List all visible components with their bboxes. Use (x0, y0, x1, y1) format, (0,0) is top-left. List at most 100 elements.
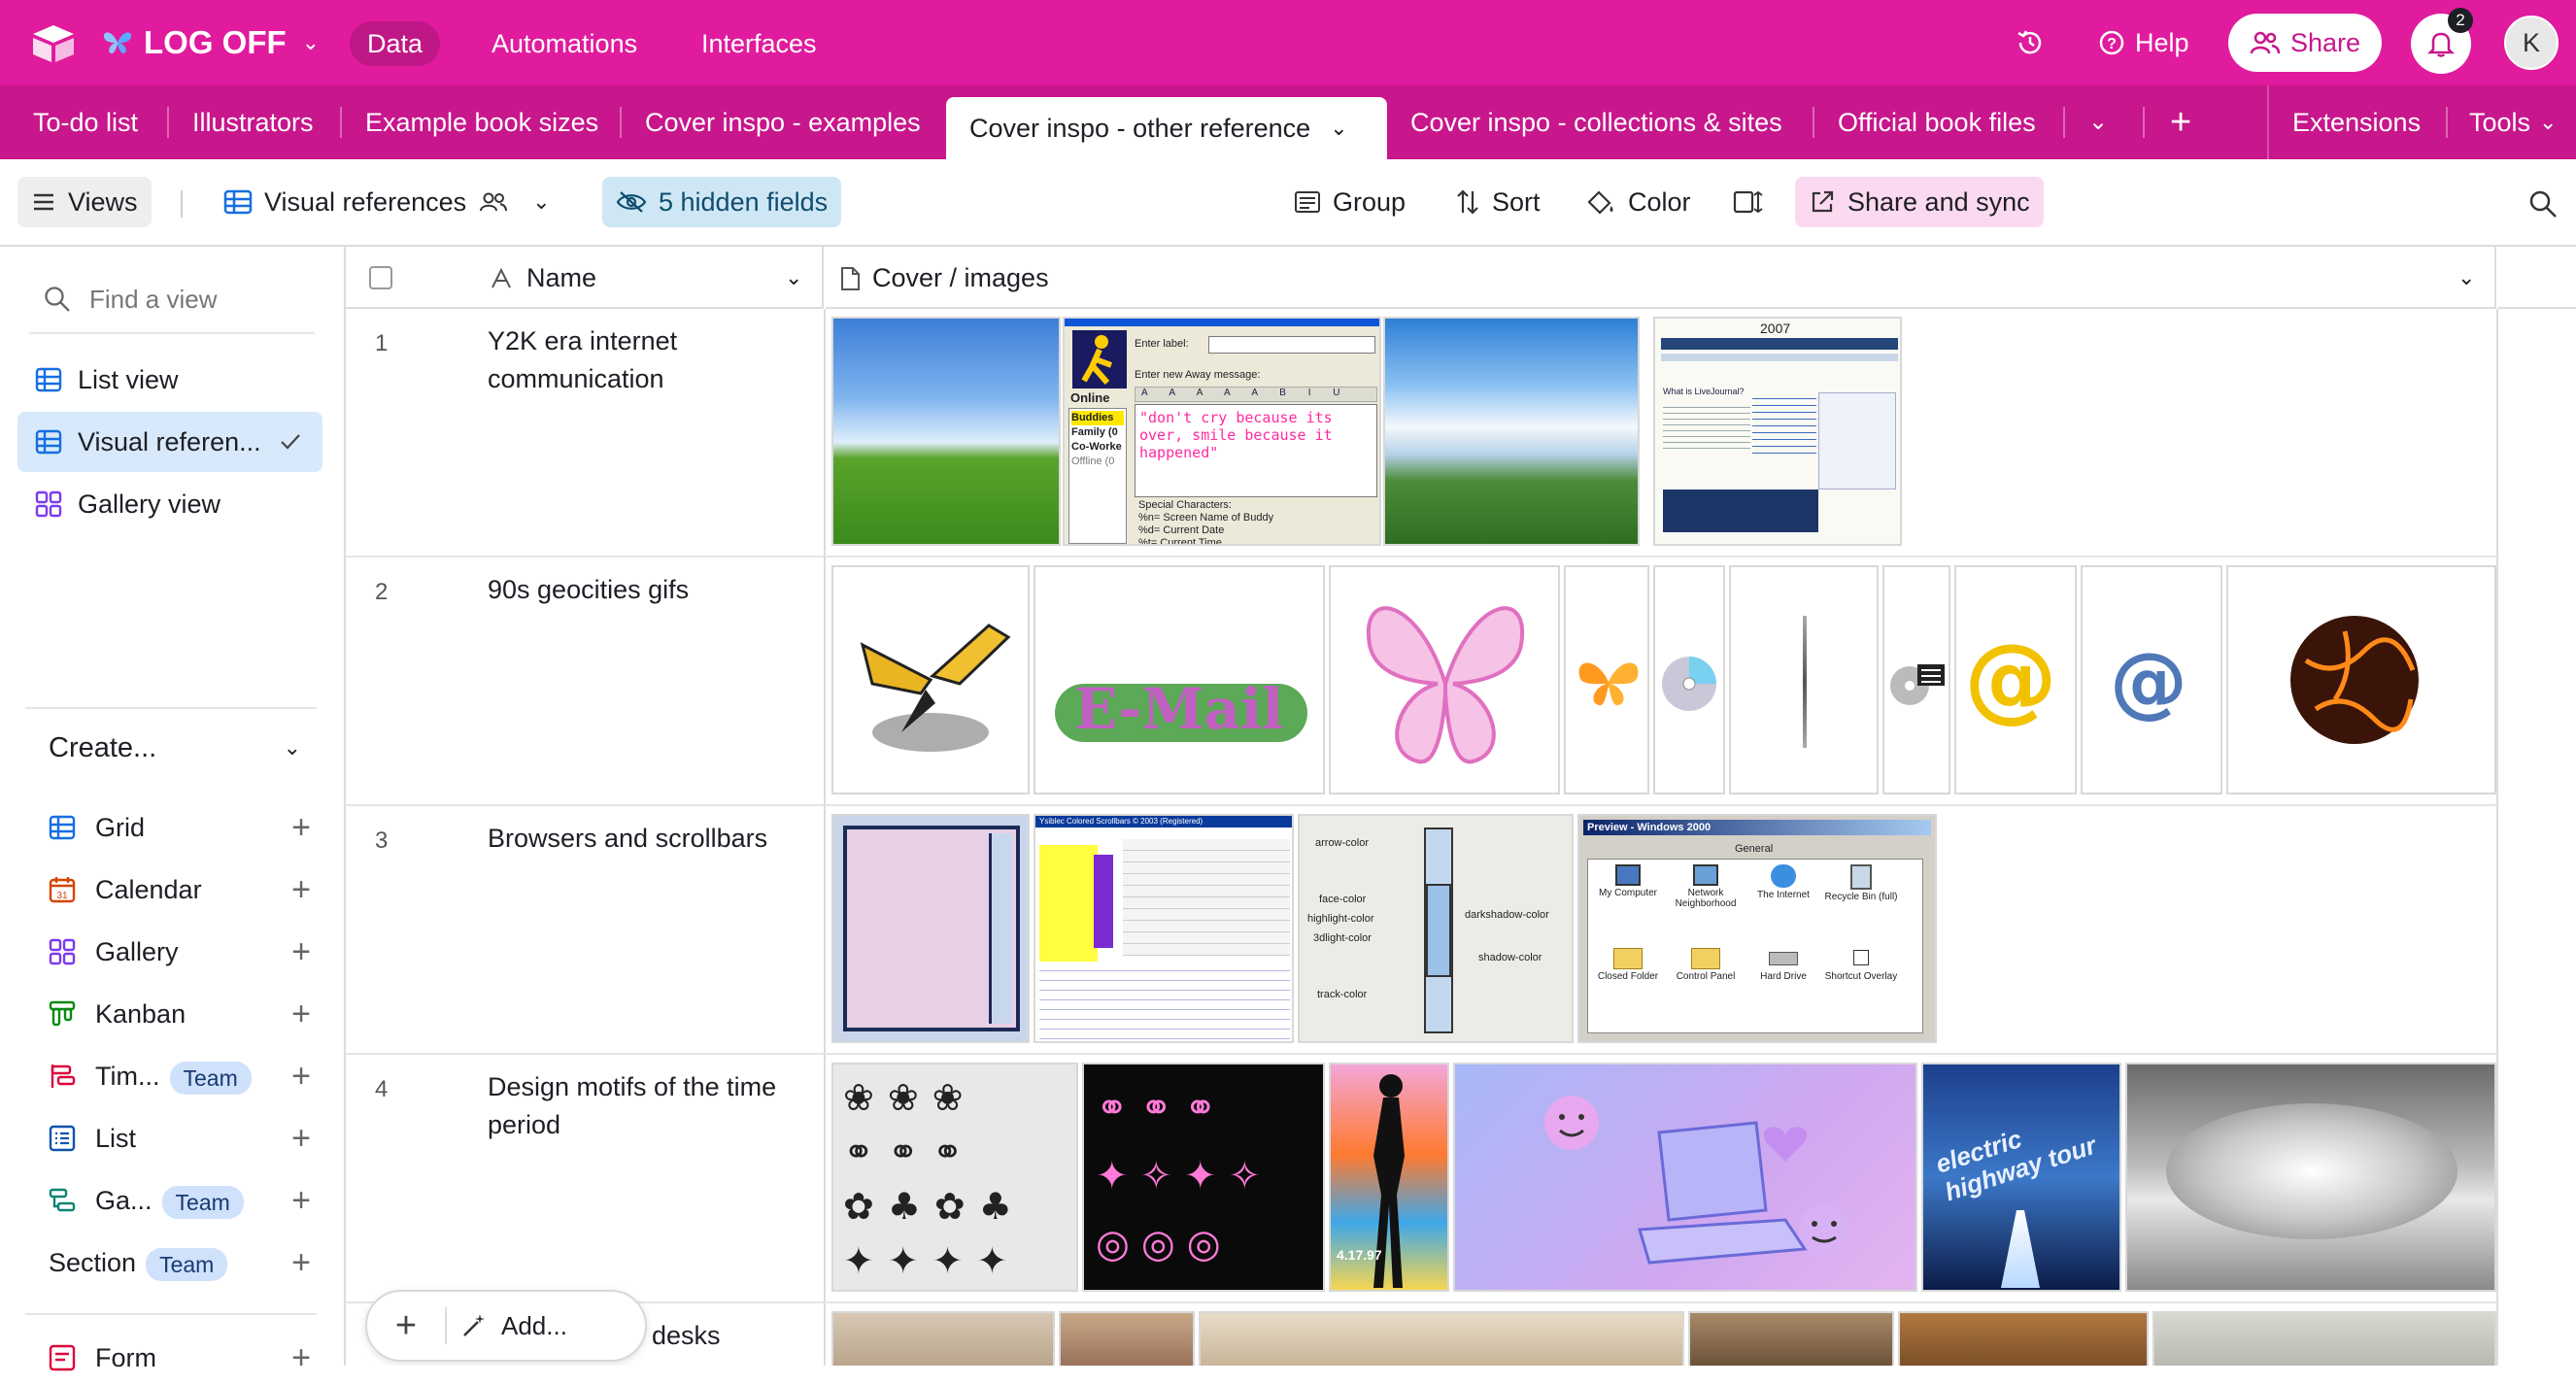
base-logo-icon[interactable] (31, 23, 76, 64)
name-column-header[interactable]: Name ⌄ (346, 247, 824, 309)
tab-official-book-files[interactable]: Official book files (1838, 85, 2036, 159)
notifications-button[interactable]: 2 (2411, 8, 2473, 74)
create-section[interactable]: Section Team + (29, 1235, 311, 1290)
image-thumbnail-futuristic-interior[interactable] (2125, 1063, 2496, 1292)
search-icon[interactable] (2527, 188, 2559, 220)
image-thumbnail-desk-6[interactable] (2152, 1311, 2496, 1366)
create-form-view[interactable]: Form + (29, 1331, 311, 1385)
image-thumbnail-scrollbar-generator[interactable]: Ysiblec Colored Scrollbars © 2003 (Regis… (1034, 814, 1294, 1043)
plus-icon[interactable]: + (291, 925, 311, 979)
plus-icon[interactable]: + (291, 1331, 311, 1385)
image-thumbnail-electric-highway[interactable]: electric highway tour (1921, 1063, 2121, 1292)
image-thumbnail-lava-sphere[interactable] (2226, 565, 2496, 794)
nav-interfaces[interactable]: Interfaces (684, 21, 834, 66)
chevron-down-icon[interactable]: ⌄ (2457, 247, 2475, 309)
image-thumbnail-scrollbar-diagram[interactable]: arrow-color face-color highlight-color 3… (1298, 814, 1574, 1043)
group-button[interactable]: Group (1280, 177, 1419, 227)
share-button[interactable]: Share (2228, 14, 2382, 72)
image-thumbnail-y2k-computer[interactable] (1453, 1063, 1917, 1292)
image-thumbnail-desk-2[interactable] (1059, 1311, 1195, 1366)
plus-icon[interactable]: + (291, 1049, 311, 1103)
plus-icon[interactable]: + (291, 987, 311, 1041)
views-button[interactable]: Views (17, 177, 152, 227)
images-column-header[interactable]: Cover / images ⌄ (826, 247, 2496, 309)
more-tables-chevron-icon[interactable]: ⌄ (2088, 85, 2108, 159)
tab-cover-inspo-other-reference[interactable]: Cover inspo - other reference ⌄ (946, 97, 1387, 159)
tools-button[interactable]: Tools (2469, 85, 2530, 159)
image-thumbnail-butterfly-gif[interactable] (831, 565, 1030, 794)
create-grid-view[interactable]: Grid + (29, 800, 311, 855)
create-list-view[interactable]: List + (29, 1111, 311, 1165)
table-row[interactable]: 1 Y2K era internet communication Online … (346, 309, 2496, 557)
add-record-plus-icon[interactable]: + (367, 1292, 445, 1360)
image-thumbnail-aim-away-message[interactable]: Online Buddies Family (0 Co-Worke Offlin… (1063, 317, 1381, 546)
table-row[interactable]: 3 Browsers and scrollbars Ysiblec Colore… (346, 806, 2496, 1055)
nav-automations[interactable]: Automations (474, 21, 655, 66)
image-thumbnail-cd-gif[interactable] (1653, 565, 1725, 794)
create-timeline-view[interactable]: Tim... Team + (29, 1049, 311, 1103)
image-thumbnail-gold-at-sign[interactable]: @ (1954, 565, 2077, 794)
image-thumbnail-desk-1[interactable] (831, 1311, 1055, 1366)
image-thumbnail-livejournal[interactable]: 2007 What is LiveJournal? (1653, 317, 1902, 546)
sidebar-view-list-view[interactable]: List view (17, 350, 322, 410)
add-field-header[interactable] (2498, 247, 2576, 309)
chevron-down-icon[interactable]: ⌄ (1330, 116, 1347, 141)
image-thumbnail-windows-2000[interactable]: Preview - Windows 2000 General My Comput… (1577, 814, 1937, 1043)
hidden-fields-button[interactable]: 5 hidden fields (602, 177, 842, 227)
image-thumbnail-desk-5[interactable] (1898, 1311, 2149, 1366)
table-row[interactable]: 2 90s geocities gifs E-Mail @ @ (346, 557, 2496, 806)
image-thumbnail-line-gif[interactable] (1729, 565, 1879, 794)
record-name[interactable]: Design motifs of the time period (488, 1068, 798, 1144)
image-thumbnail-orange-butterfly[interactable] (1564, 565, 1649, 794)
create-gallery-view[interactable]: Gallery + (29, 925, 311, 979)
create-gantt-view[interactable]: Ga... Team + (29, 1173, 311, 1228)
avatar[interactable]: K (2504, 16, 2559, 70)
image-thumbnail-blue-at-sign[interactable]: @ (2081, 565, 2222, 794)
plus-icon[interactable]: + (291, 862, 311, 917)
record-name[interactable]: Browsers and scrollbars (488, 820, 798, 858)
sidebar-view-gallery-view[interactable]: Gallery view (17, 474, 322, 534)
extensions-button[interactable]: Extensions (2292, 85, 2421, 159)
table-row[interactable]: ter desks (346, 1303, 2496, 1366)
find-view-input[interactable]: Find a view (43, 272, 315, 326)
create-calendar-view[interactable]: 31 Calendar + (29, 862, 311, 917)
chevron-down-icon[interactable]: ⌄ (785, 247, 802, 309)
image-thumbnail-desk-4[interactable] (1688, 1311, 1894, 1366)
create-kanban-view[interactable]: Kanban + (29, 987, 311, 1041)
image-thumbnail-cd-music-gif[interactable] (1882, 565, 1950, 794)
image-thumbnail-clouds-hills[interactable] (1383, 317, 1640, 546)
color-button[interactable]: Color (1572, 177, 1705, 227)
image-thumbnail-pink-stars[interactable]: ⚭⚭⚭ ✦✧✦✧ ◎◎◎ (1082, 1063, 1325, 1292)
plus-icon[interactable]: + (291, 1173, 311, 1228)
image-thumbnail-bliss-wallpaper[interactable] (831, 317, 1061, 546)
sidebar-view-visual-references[interactable]: Visual referen... (17, 412, 322, 472)
select-all-checkbox[interactable] (369, 266, 392, 289)
record-name[interactable]: 90s geocities gifs (488, 571, 798, 609)
chevron-down-icon[interactable]: ⌄ (2539, 85, 2557, 159)
tab-cover-inspo-collections[interactable]: Cover inspo - collections & sites (1410, 85, 1782, 159)
image-thumbnail-desk-3[interactable] (1199, 1311, 1684, 1366)
sort-button[interactable]: Sort (1441, 177, 1554, 227)
add-with-ai-button[interactable]: Add... (460, 1292, 567, 1360)
nav-data[interactable]: Data (350, 21, 441, 66)
share-and-sync-button[interactable]: Share and sync (1795, 177, 2044, 227)
image-thumbnail-pink-butterfly[interactable] (1329, 565, 1560, 794)
tab-to-do-list[interactable]: To-do list (33, 85, 138, 159)
base-name-button[interactable]: LOG OFF ⌄ (101, 19, 320, 66)
plus-icon[interactable]: + (291, 1111, 311, 1165)
tab-illustrators[interactable]: Illustrators (192, 85, 314, 159)
history-icon[interactable] (2015, 27, 2046, 58)
table-row[interactable]: 4 Design motifs of the time period ❀❀❀ ⚭⚭… (346, 1055, 2496, 1303)
tab-cover-inspo-examples[interactable]: Cover inspo - examples (645, 85, 921, 159)
plus-icon[interactable]: + (291, 800, 311, 855)
tab-example-book-sizes[interactable]: Example book sizes (365, 85, 598, 159)
help-button[interactable]: ? Help (2098, 19, 2189, 66)
image-thumbnail-y2k-motifs[interactable]: ❀❀❀ ⚭⚭⚭ ✿♣✿♣ ✦✦✦✦ (831, 1063, 1078, 1292)
image-thumbnail-pink-window[interactable] (831, 814, 1030, 1043)
view-switcher[interactable]: Visual references ⌄ (210, 177, 564, 227)
record-name[interactable]: Y2K era internet communication (488, 322, 798, 398)
plus-icon[interactable]: + (291, 1235, 311, 1290)
row-height-button[interactable] (1719, 177, 1778, 227)
create-view-section-toggle[interactable]: Create... ⌄ (49, 723, 301, 773)
add-table-icon[interactable]: + (2170, 85, 2191, 159)
